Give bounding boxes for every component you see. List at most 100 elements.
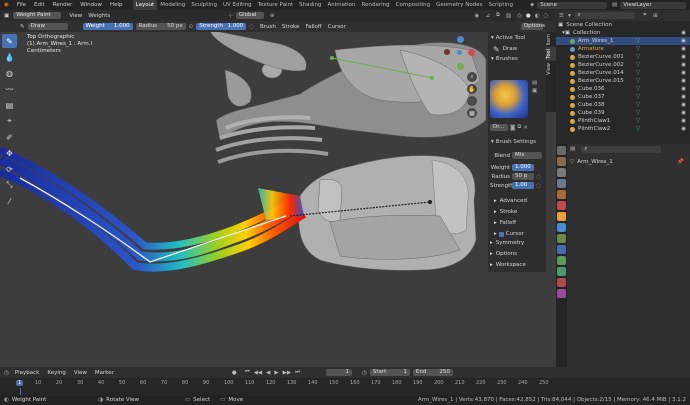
workspace-section[interactable]: ▸ Workspace — [490, 260, 526, 271]
strength-slider[interactable]: Strength 1.000 — [196, 23, 247, 30]
outliner-row[interactable]: PlinthClaw1 ▽ ◉ — [556, 117, 690, 125]
stroke-subsection[interactable]: ▸ Stroke — [494, 207, 527, 218]
tab-layout[interactable]: Layout — [132, 0, 158, 10]
wireframe-shading-icon[interactable]: ◎ — [517, 13, 522, 19]
outliner-row[interactable]: BezierCurve.014 ▽ ◉ — [556, 69, 690, 77]
brush-selector[interactable]: Draw — [27, 23, 68, 30]
draw-brush-icon[interactable]: ✎ — [2, 34, 17, 48]
next-keyframe-icon[interactable]: ▶▶ — [283, 370, 291, 376]
npanel-radius-field[interactable]: 50 p — [512, 173, 534, 180]
physics-properties-tab[interactable] — [557, 245, 566, 254]
npanel-weight-slider[interactable]: 1.000 — [512, 164, 534, 171]
properties-search-input[interactable]: ⌕ — [581, 145, 662, 153]
active-tool-section[interactable]: ▾ Active Tool — [488, 34, 546, 43]
jump-end-icon[interactable]: ⏭ — [295, 369, 300, 376]
outliner-row[interactable]: PlinthClaw2 ▽ ◉ — [556, 125, 690, 133]
npanel-strength-slider[interactable]: 1.00 — [512, 182, 534, 189]
mesh-data-icon[interactable]: ▽ — [636, 93, 640, 101]
options-menu[interactable]: Options — [520, 23, 545, 30]
options-section[interactable]: ▸ Options — [490, 249, 526, 260]
scene-selector[interactable]: Scene — [537, 1, 608, 9]
object-data-properties-tab[interactable] — [557, 267, 566, 276]
playhead[interactable] — [20, 388, 21, 395]
visibility-toggle-icon[interactable]: ◉ — [681, 77, 686, 85]
radius-unit-icon[interactable]: ⊙ — [189, 24, 194, 30]
overlays-icon[interactable]: ⧉ — [496, 12, 500, 19]
outliner-row[interactable]: Armature ▽ ◉ — [556, 45, 690, 53]
tab-sculpting[interactable]: Sculpting — [188, 0, 220, 10]
marker-menu[interactable]: Marker — [95, 370, 114, 376]
rendered-shading-icon[interactable]: ○ — [544, 13, 549, 19]
view-layer-properties-tab[interactable] — [557, 179, 566, 188]
outliner-row[interactable]: Cube.038 ▽ ◉ — [556, 101, 690, 109]
object-properties-tab[interactable] — [557, 212, 566, 221]
end-frame-field[interactable]: End 250 — [412, 369, 453, 376]
render-properties-tab[interactable] — [557, 157, 566, 166]
tab-texture-paint[interactable]: Texture Paint — [255, 0, 297, 10]
npanel-strength-pressure-icon[interactable]: ◌ — [536, 183, 541, 189]
output-properties-tab[interactable] — [557, 168, 566, 177]
brush-preview[interactable] — [490, 80, 528, 118]
falloff-menu[interactable]: Falloff — [305, 24, 321, 30]
mesh-data-icon[interactable]: ▽ — [636, 53, 640, 61]
mode-selector[interactable]: Weight Paint — [13, 12, 62, 19]
view-menu[interactable]: View — [69, 13, 82, 19]
gizmo-neg-x-axis[interactable] — [444, 49, 450, 55]
visibility-toggle-icon[interactable]: ◉ — [681, 61, 686, 69]
outliner-row[interactable]: BezierCurve.015 ▽ ◉ — [556, 77, 690, 85]
visibility-toggle-icon[interactable]: ◉ — [681, 69, 686, 77]
pin-icon[interactable]: 📌 — [677, 159, 684, 165]
annotate-line-icon[interactable]: ⁄ — [2, 194, 17, 208]
cursor-menu[interactable]: Cursor — [328, 24, 346, 30]
xray-icon[interactable]: ▨ — [506, 13, 511, 19]
zoom-icon[interactable]: ⌕ — [467, 72, 477, 82]
average-brush-icon[interactable]: ◍ — [2, 66, 17, 80]
annotate-icon[interactable]: ✐ — [2, 130, 17, 144]
scene-collection-row[interactable]: ▣ Scene Collection — [556, 21, 690, 29]
pressure-icon[interactable]: ◌ — [249, 24, 254, 30]
gizmo-icon[interactable]: ⊿ — [485, 13, 490, 19]
display-mode-icon[interactable]: ▾ — [568, 13, 571, 19]
brush-settings-section[interactable]: ▾ Brush Settings — [488, 138, 546, 147]
visibility-toggle-icon[interactable]: ◉ — [681, 117, 686, 125]
new-brush-icon[interactable]: ⧉ — [517, 124, 521, 131]
timeline-editor-icon[interactable]: ◷ — [4, 370, 9, 376]
outliner-search-input[interactable]: ⌕ — [574, 12, 635, 19]
material-properties-tab[interactable] — [557, 278, 566, 287]
menu-window[interactable]: Window — [76, 0, 106, 10]
visibility-toggle-icon[interactable]: ◉ — [681, 45, 686, 53]
visibility-toggle-icon[interactable]: ◉ — [681, 125, 686, 133]
tab-modeling[interactable]: Modeling — [157, 0, 188, 10]
menu-edit[interactable]: Edit — [30, 0, 49, 10]
tab-tool[interactable]: Tool — [546, 47, 556, 62]
properties-editor-icon[interactable]: ▤ — [570, 146, 575, 152]
gizmo-x-axis[interactable] — [468, 49, 475, 56]
brush-name-field[interactable]: Dr... — [490, 124, 508, 131]
play-reverse-icon[interactable]: ◀ — [266, 370, 270, 376]
outliner-row[interactable]: Cube.037 ▽ ◉ — [556, 93, 690, 101]
menu-render[interactable]: Render — [49, 0, 77, 10]
fake-user-icon[interactable]: ◙ — [510, 125, 515, 131]
play-icon[interactable]: ▶ — [274, 370, 278, 376]
world-properties-tab[interactable] — [557, 201, 566, 210]
pivot-icon[interactable]: ⊕ — [270, 13, 275, 19]
visibility-icon[interactable]: ◉ — [475, 13, 480, 19]
mesh-data-icon[interactable]: ▽ — [636, 61, 640, 69]
menu-file[interactable]: File — [13, 0, 30, 10]
scene-properties-tab[interactable] — [557, 190, 566, 199]
material-shading-icon[interactable]: ◐ — [535, 13, 540, 19]
brush-browse-icon[interactable]: ▣ — [532, 88, 542, 96]
outliner-row[interactable]: BezierCurve.002 ▽ ◉ — [556, 61, 690, 69]
frame-ruler[interactable]: 1 10 20 30 40 50 60 70 80 90 100 110 120 130 140 150 160… — [0, 378, 690, 395]
symmetry-section[interactable]: ▸ Symmetry — [490, 238, 526, 249]
tab-rendering[interactable]: Rendering — [359, 0, 393, 10]
tab-item[interactable]: Item — [546, 32, 556, 47]
npanel-radius-pressure-icon[interactable]: ◌ — [536, 174, 541, 180]
blender-logo-icon[interactable]: ◉ — [0, 0, 13, 10]
falloff-subsection[interactable]: ▸ Falloff — [494, 218, 527, 229]
visibility-toggle-icon[interactable]: ◉ — [681, 37, 686, 45]
cursor-checkbox[interactable] — [498, 232, 504, 237]
outliner-row[interactable]: BezierCurve.001 ▽ ◉ — [556, 53, 690, 61]
solid-shading-icon[interactable]: ● — [526, 13, 531, 19]
visibility-toggle-icon[interactable]: ◉ — [681, 93, 686, 101]
